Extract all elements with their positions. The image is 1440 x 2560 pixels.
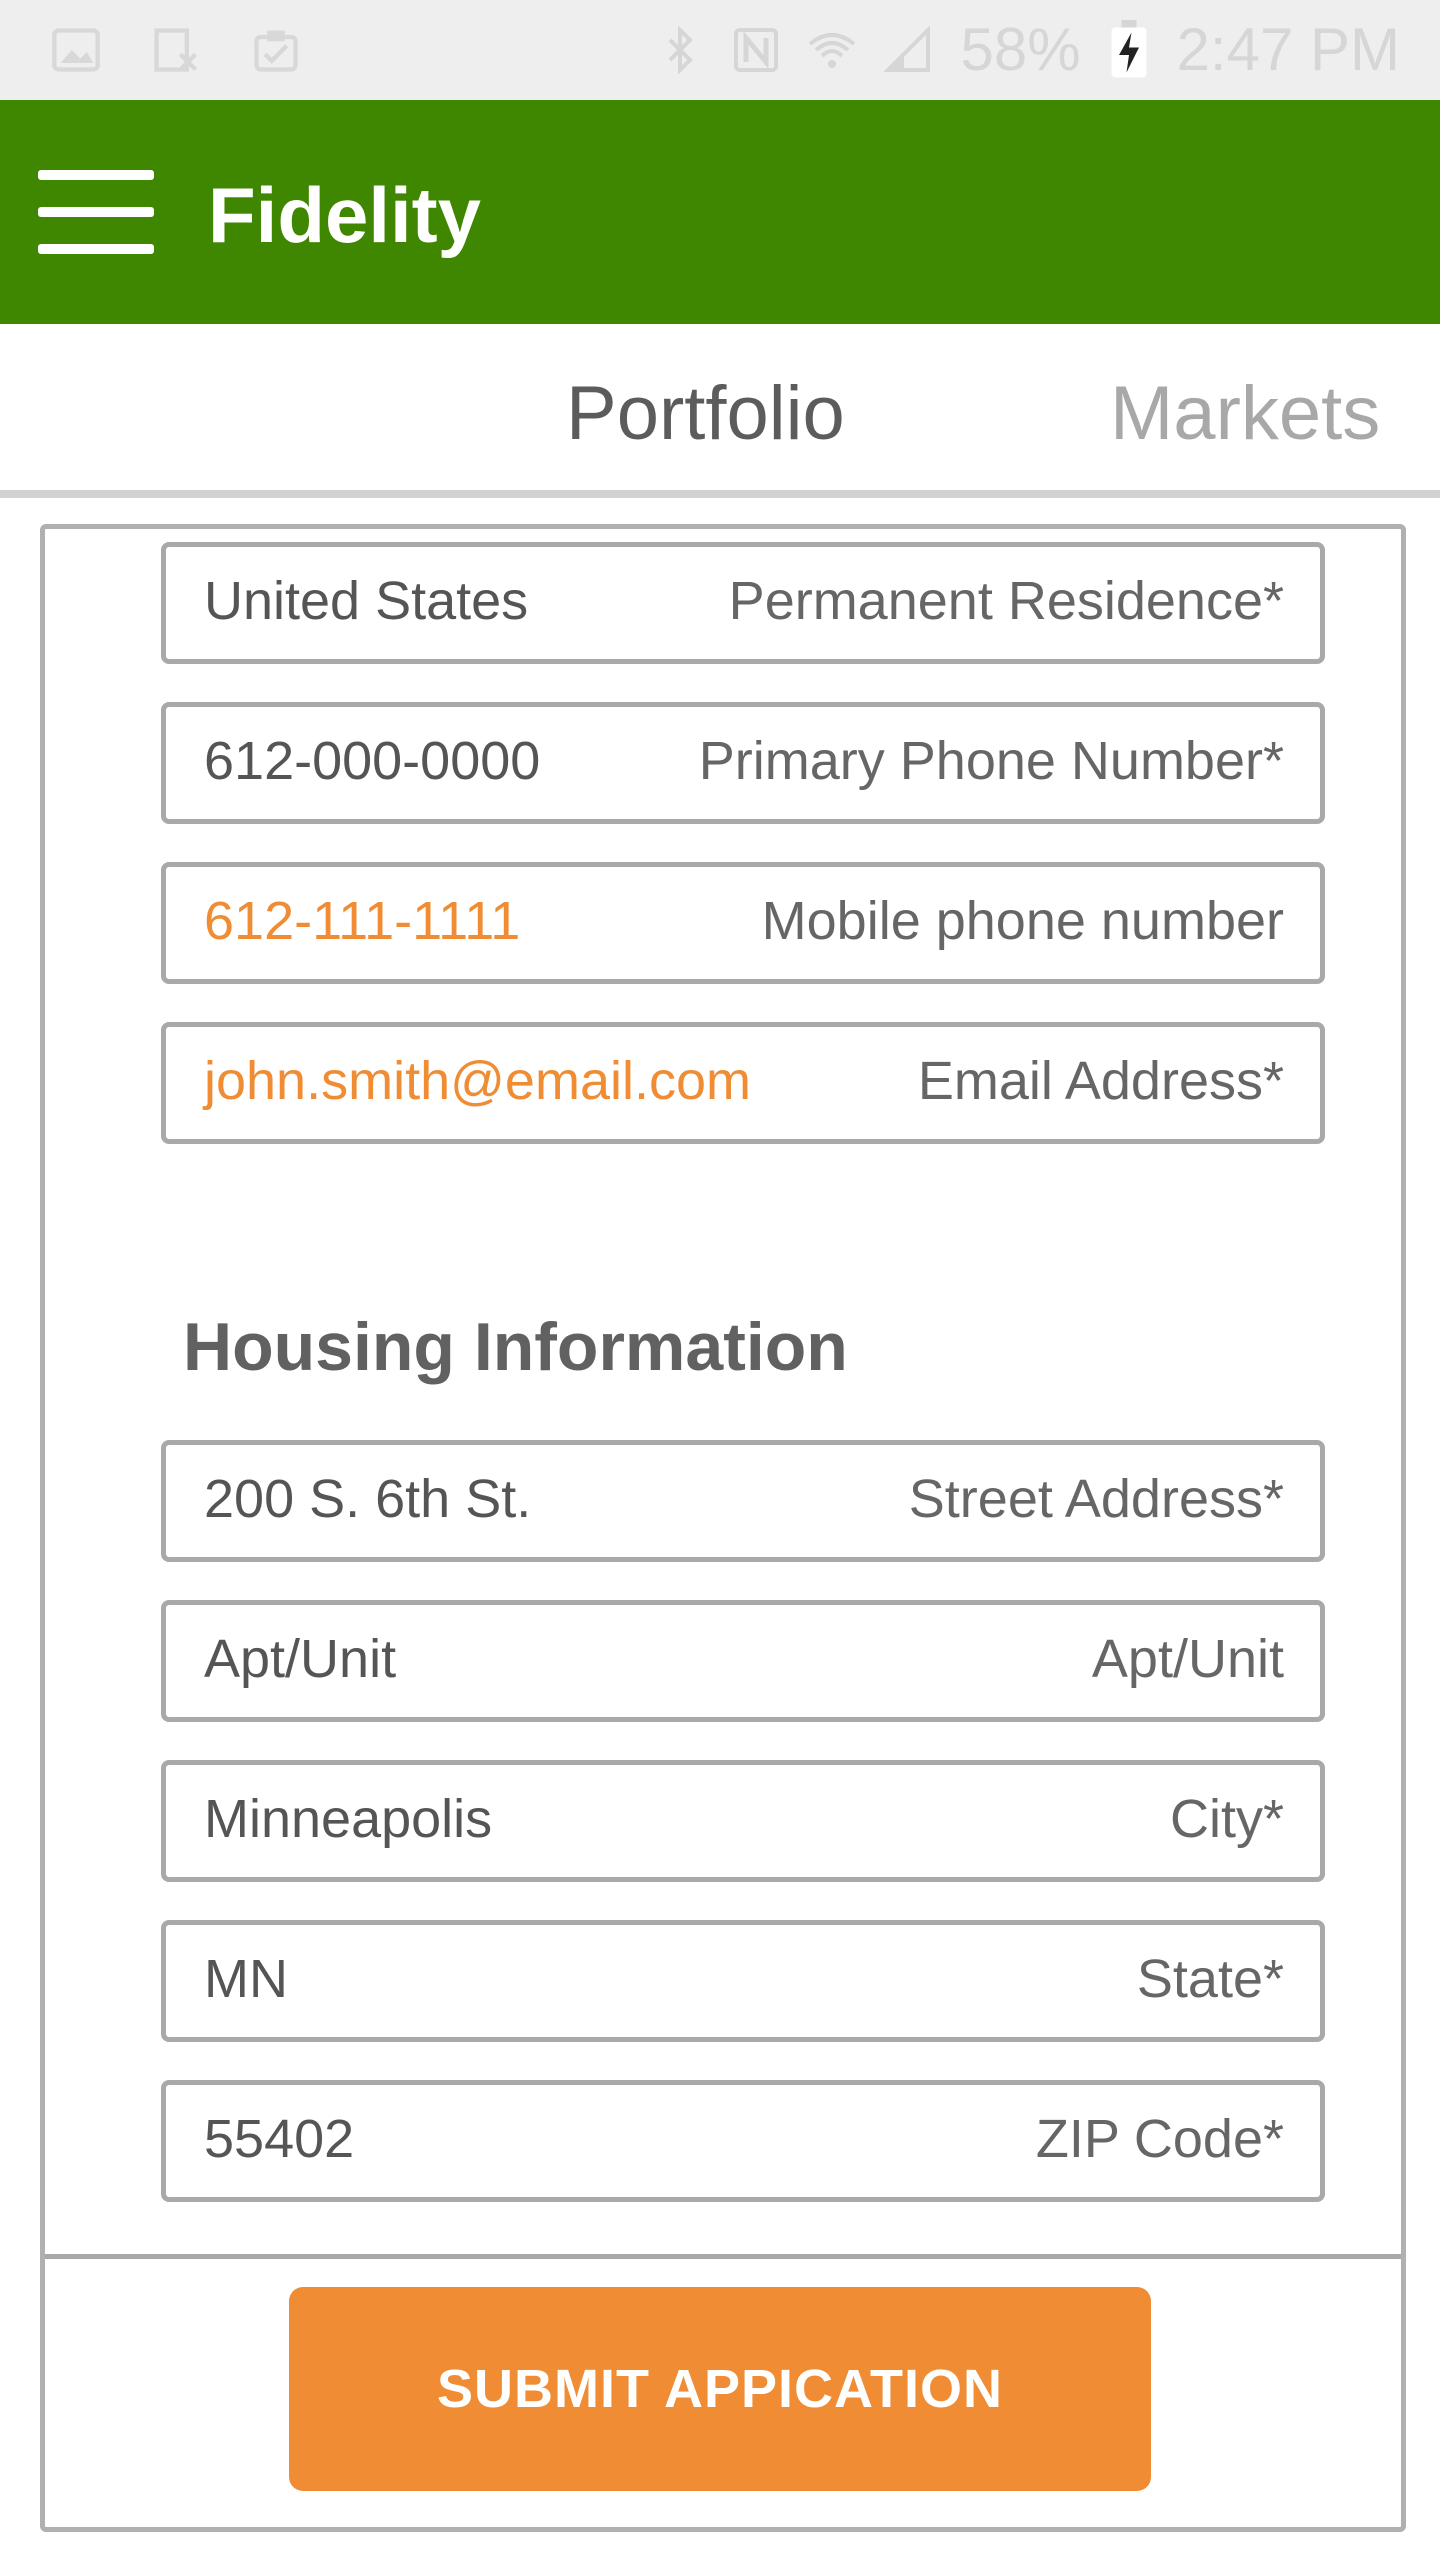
submit-application-button[interactable]: SUBMIT APPICATION: [289, 2287, 1151, 2491]
field-value: 55402: [204, 2109, 355, 2169]
application-form-card: United States Permanent Residence* 612-0…: [40, 524, 1406, 2532]
permanent-residence-field[interactable]: United States Permanent Residence*: [161, 542, 1325, 664]
tab-bar: Portfolio Markets: [0, 324, 1440, 498]
city-field[interactable]: Minneapolis City*: [161, 1760, 1325, 1882]
clock: 2:47 PM: [1176, 16, 1400, 83]
field-label: Apt/Unit: [1091, 1629, 1284, 1689]
field-value: United States: [204, 571, 529, 631]
field-value: john.smith@email.com: [204, 1051, 751, 1111]
status-bar: 58% 2:47 PM: [0, 0, 1440, 100]
housing-information-heading: Housing Information: [183, 1309, 848, 1385]
bluetooth-icon: [669, 26, 694, 74]
field-label: ZIP Code*: [1035, 2109, 1284, 2169]
email-address-field[interactable]: john.smith@email.com Email Address*: [161, 1022, 1325, 1144]
app-title: Fidelity: [208, 171, 482, 259]
image-icon: [52, 28, 100, 72]
nfc-icon: [734, 28, 779, 72]
field-label: Email Address*: [917, 1051, 1284, 1111]
mobile-phone-field[interactable]: 612-111-1111 Mobile phone number: [161, 862, 1325, 984]
data-saver-icon: [154, 28, 198, 72]
battery-percent: 58%: [960, 16, 1081, 83]
wifi-icon: [809, 33, 856, 68]
system-status: 58% 2:47 PM: [656, 14, 1400, 86]
signal-icon: [884, 26, 931, 72]
primary-phone-field[interactable]: 612-000-0000 Primary Phone Number*: [161, 702, 1325, 824]
hamburger-menu-icon[interactable]: [38, 170, 154, 254]
tab-markets[interactable]: Markets: [1110, 370, 1380, 458]
app-bar: Fidelity: [0, 100, 1440, 324]
field-value: 612-000-0000: [204, 731, 541, 791]
tab-portfolio[interactable]: Portfolio: [566, 370, 845, 458]
apt-unit-field[interactable]: Apt/Unit Apt/Unit: [161, 1600, 1325, 1722]
field-value: 612-111-1111: [204, 891, 521, 951]
divider: [45, 2254, 1401, 2259]
field-label: Street Address*: [908, 1469, 1284, 1529]
field-label: Mobile phone number: [761, 891, 1284, 951]
zip-code-field[interactable]: 55402 ZIP Code*: [161, 2080, 1325, 2202]
notification-icons: [50, 24, 302, 76]
field-value: Minneapolis: [204, 1789, 493, 1849]
field-value: Apt/Unit: [204, 1629, 397, 1689]
field-label: State*: [1136, 1949, 1284, 2009]
battery-charging-icon: [1111, 20, 1147, 78]
clipboard-check-icon: [254, 30, 298, 72]
field-label: Primary Phone Number*: [698, 731, 1284, 791]
field-label: Permanent Residence*: [728, 571, 1284, 631]
field-label: City*: [1169, 1789, 1284, 1849]
state-field[interactable]: MN State*: [161, 1920, 1325, 2042]
field-value: 200 S. 6th St.: [204, 1469, 532, 1529]
field-value: MN: [204, 1949, 288, 2009]
street-address-field[interactable]: 200 S. 6th St. Street Address*: [161, 1440, 1325, 1562]
